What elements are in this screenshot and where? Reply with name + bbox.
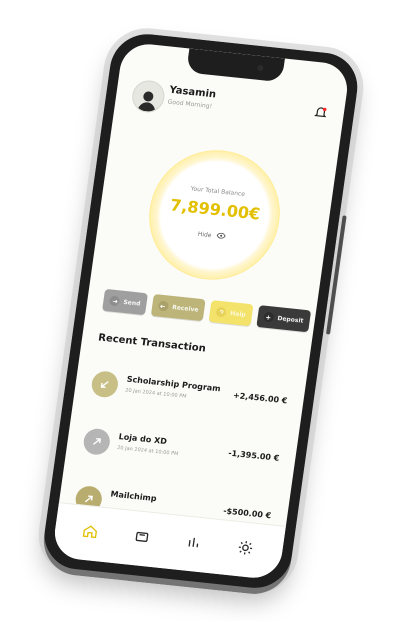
- balance-card: Your Total Balance 7,899.00€ Hide: [140, 143, 289, 286]
- transaction-title: Mailchimp: [110, 488, 158, 503]
- deposit-label: Deposit: [277, 314, 304, 324]
- avatar[interactable]: [130, 78, 167, 114]
- transaction-amount: -$500.00 €: [222, 505, 272, 520]
- send-button[interactable]: Send: [102, 288, 148, 315]
- notification-icon: [314, 106, 327, 117]
- user-greeting: Good Morning!: [167, 98, 213, 110]
- receive-label: Receive: [171, 303, 199, 313]
- stats-icon: [188, 537, 199, 547]
- send-label: Send: [123, 297, 141, 307]
- phone-screen: Yasamin Good Morning! Your Total Balance…: [51, 41, 351, 580]
- help-icon: [215, 306, 228, 318]
- notch: [186, 48, 285, 82]
- home-icon: [82, 524, 98, 538]
- user-icon: [137, 90, 156, 112]
- profile-header: Yasamin Good Morning!: [129, 78, 330, 138]
- send-icon: [108, 294, 121, 306]
- phone-mockup: Yasamin Good Morning! Your Total Balance…: [40, 30, 362, 591]
- front-camera: [256, 64, 264, 71]
- eye-icon: [216, 232, 226, 241]
- transaction-date: 20 Jan 2024 at 10:00 PM: [116, 444, 179, 457]
- wallet-icon: [135, 531, 149, 542]
- transaction-amount: +2,456.00 €: [232, 390, 288, 405]
- hide-label: Hide: [197, 230, 212, 239]
- outgoing-arrow-icon: [82, 427, 112, 456]
- receive-button[interactable]: Receive: [150, 293, 206, 321]
- tab-home[interactable]: [80, 521, 100, 541]
- phone-side-buttons: [325, 214, 347, 335]
- receive-icon: [157, 300, 169, 312]
- gear-icon: [238, 540, 253, 554]
- transaction-amount: -1,395.00 €: [227, 448, 280, 463]
- tab-settings[interactable]: [235, 537, 255, 557]
- transaction-title: Loja do XD: [118, 431, 168, 446]
- quick-actions: Send Receive Help Deposit: [102, 288, 311, 332]
- notifications-button[interactable]: [313, 103, 329, 118]
- recent-transactions-title: Recent Transaction: [97, 331, 207, 355]
- incoming-arrow-icon: [90, 369, 120, 399]
- help-label: Help: [229, 309, 247, 318]
- deposit-button[interactable]: Deposit: [256, 304, 311, 332]
- deposit-icon: [262, 311, 275, 323]
- tab-wallet[interactable]: [132, 527, 152, 547]
- user-name: Yasamin: [168, 84, 217, 100]
- help-button[interactable]: Help: [208, 299, 254, 326]
- tab-stats[interactable]: [184, 532, 204, 552]
